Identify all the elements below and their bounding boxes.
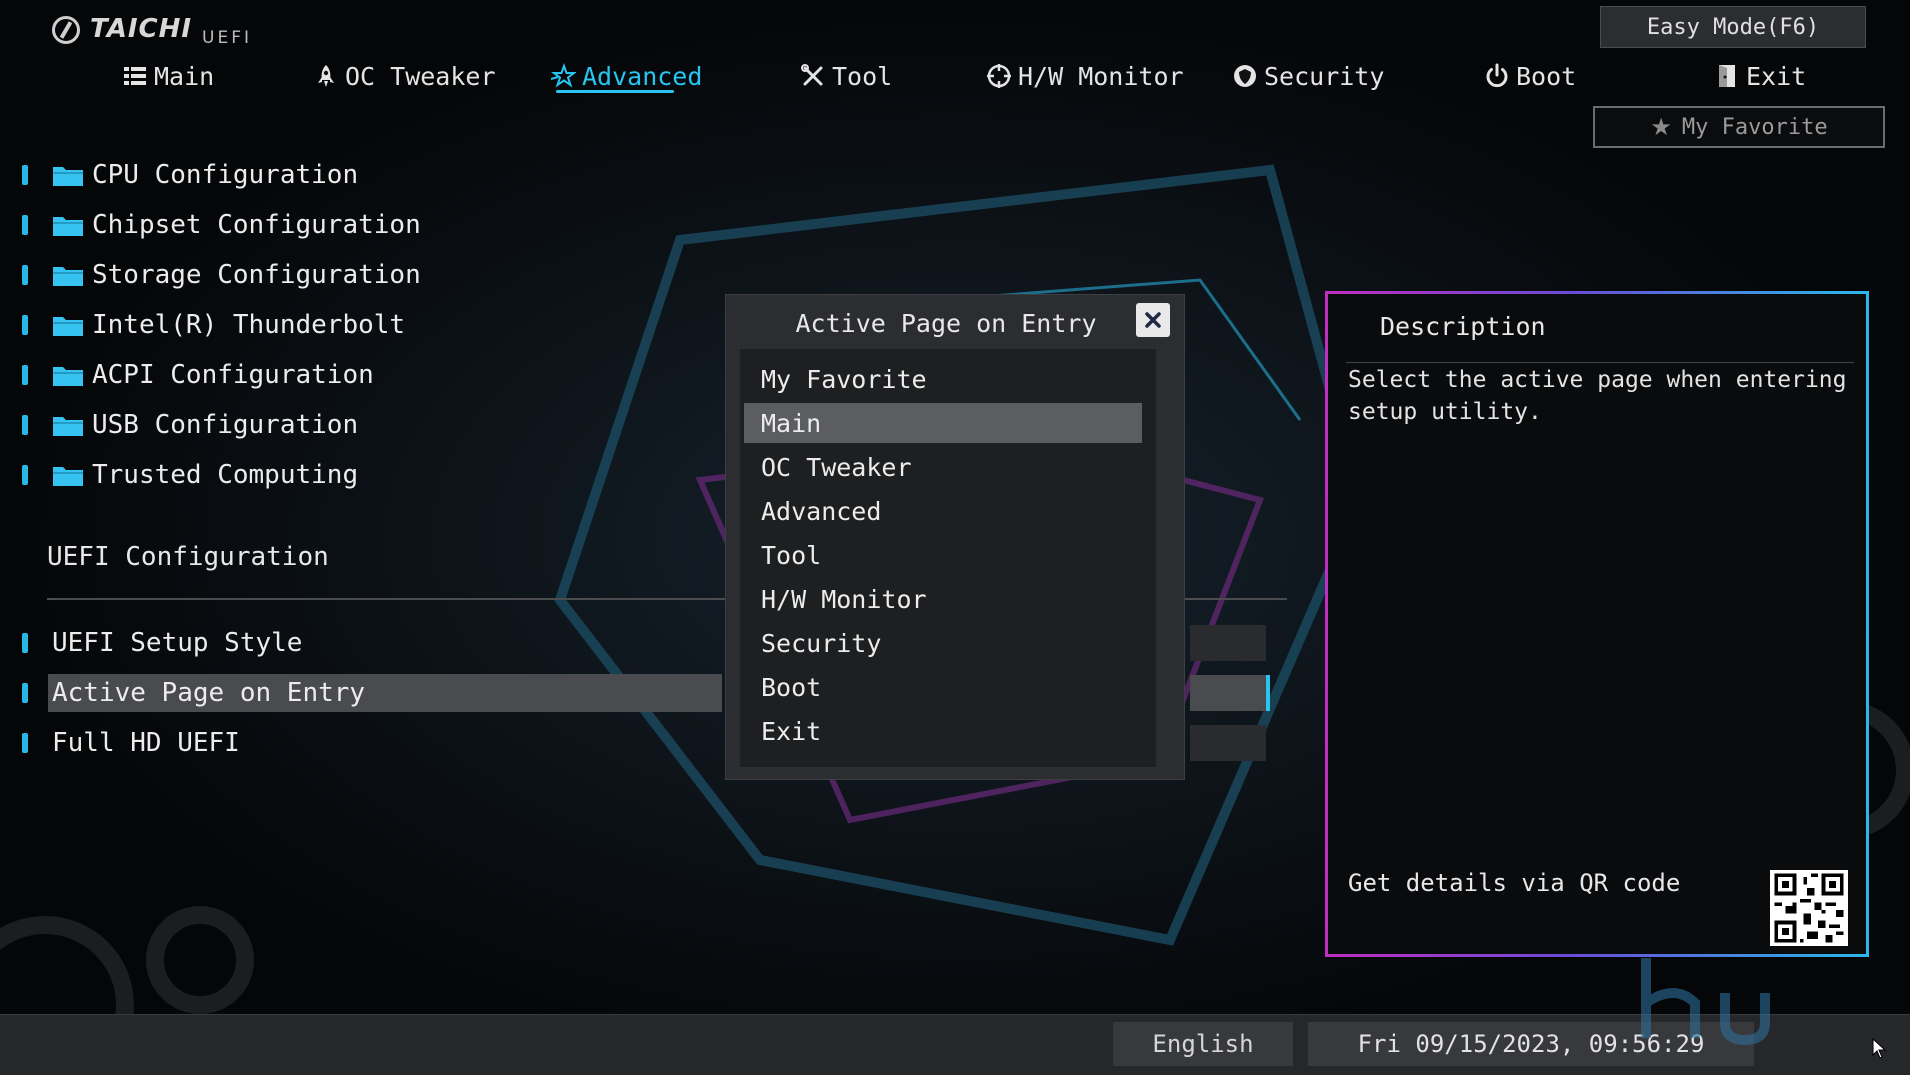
active-tab-indicator — [556, 90, 674, 93]
option-boot[interactable]: Boot — [740, 667, 1156, 707]
folder-icon — [53, 417, 83, 436]
item-marker — [22, 265, 28, 285]
tab-security[interactable]: Security — [1232, 56, 1384, 96]
menu-item-chipset-configuration[interactable]: Chipset Configuration — [22, 205, 722, 245]
dialog-options-list: My Favorite Main OC Tweaker Advanced Too… — [740, 349, 1156, 767]
menu-item-label: Intel(R) Thunderbolt — [92, 310, 406, 340]
tab-oc-tweaker[interactable]: OC Tweaker — [313, 56, 496, 96]
tab-boot-label: Boot — [1516, 61, 1577, 91]
item-marker — [22, 683, 28, 703]
taichi-logo: TAICHI UEFI — [52, 14, 252, 48]
power-icon — [1486, 63, 1508, 88]
tab-hw-monitor[interactable]: H/W Monitor — [986, 56, 1184, 96]
folder-icon — [53, 267, 83, 286]
menu-item-storage-configuration[interactable]: Storage Configuration — [22, 255, 722, 295]
easy-mode-button[interactable]: Easy Mode(F6) — [1600, 6, 1866, 48]
menu-item-label: Trusted Computing — [92, 460, 359, 490]
setting-value-box[interactable] — [1190, 725, 1266, 761]
my-favorite-button[interactable]: ★ My Favorite — [1593, 106, 1885, 148]
tab-main-label: Main — [154, 61, 215, 91]
qr-label: Get details via QR code — [1348, 869, 1681, 897]
mouse-cursor-icon — [1872, 1038, 1887, 1059]
item-marker — [22, 415, 28, 435]
tab-exit-label: Exit — [1746, 61, 1807, 91]
my-favorite-label: My Favorite — [1681, 114, 1828, 140]
setting-label: Full HD UEFI — [52, 728, 240, 758]
list-icon — [124, 67, 146, 85]
brand-name: TAICHI — [90, 14, 193, 44]
setting-active-page-on-entry[interactable]: Active Page on Entry — [22, 674, 722, 712]
tab-boot[interactable]: Boot — [1484, 56, 1576, 96]
menu-item-label: USB Configuration — [92, 410, 359, 440]
setting-full-hd-uefi[interactable]: Full HD UEFI — [22, 724, 722, 762]
tab-security-label: Security — [1264, 61, 1385, 91]
tab-advanced-label: Advanced — [582, 61, 703, 91]
menu-item-acpi-configuration[interactable]: ACPI Configuration — [22, 355, 722, 395]
option-security[interactable]: Security — [740, 623, 1156, 663]
option-exit[interactable]: Exit — [740, 711, 1156, 751]
menu-item-label: CPU Configuration — [92, 160, 359, 190]
rocket-icon — [318, 65, 334, 87]
language-button[interactable]: English — [1113, 1022, 1293, 1066]
tab-main[interactable]: Main — [122, 56, 214, 96]
folder-icon — [53, 167, 83, 186]
tab-tool[interactable]: Tool — [800, 56, 892, 96]
close-icon — [1145, 312, 1161, 328]
active-page-dialog: Active Page on Entry My Favorite Main OC… — [725, 294, 1185, 780]
crosshair-icon — [987, 64, 1011, 88]
folder-icon — [53, 217, 83, 236]
item-marker — [22, 633, 28, 653]
folder-icon — [53, 317, 83, 336]
menu-item-usb-configuration[interactable]: USB Configuration — [22, 405, 722, 445]
menu-item-cpu-configuration[interactable]: CPU Configuration — [22, 155, 722, 195]
star-icon — [550, 63, 576, 88]
watermark-logo-icon — [1641, 958, 1770, 1046]
close-button[interactable] — [1136, 303, 1170, 337]
description-title: Description — [1380, 312, 1546, 341]
menu-item-label: Storage Configuration — [92, 260, 421, 290]
description-panel: Description Select the active page when … — [1325, 291, 1869, 957]
star-icon: ★ — [1650, 113, 1672, 141]
setting-label: UEFI Setup Style — [52, 628, 303, 658]
menu-item-trusted-computing[interactable]: Trusted Computing — [22, 455, 722, 495]
option-my-favorite[interactable]: My Favorite — [740, 359, 1156, 399]
option-tool[interactable]: Tool — [740, 535, 1156, 575]
option-advanced[interactable]: Advanced — [740, 491, 1156, 531]
top-nav: Main OC Tweaker Advanced Tool H/W Monito… — [0, 56, 1910, 106]
tab-hw-monitor-label: H/W Monitor — [1018, 61, 1184, 91]
description-divider — [1346, 362, 1854, 363]
item-marker — [22, 165, 28, 185]
dialog-title: Active Page on Entry — [795, 309, 1097, 338]
tab-tool-label: Tool — [832, 61, 893, 91]
option-hw-monitor[interactable]: H/W Monitor — [740, 579, 1156, 619]
qr-code-icon — [1770, 870, 1848, 946]
menu-item-label: Chipset Configuration — [92, 210, 421, 240]
setting-uefi-setup-style[interactable]: UEFI Setup Style — [22, 624, 722, 662]
option-main[interactable]: Main — [744, 403, 1142, 443]
tab-exit[interactable]: Exit — [1714, 56, 1806, 96]
item-marker — [22, 365, 28, 385]
setting-value-box-selected[interactable] — [1190, 675, 1270, 711]
shield-icon — [1234, 65, 1256, 87]
folder-icon — [53, 467, 83, 486]
setting-value-box[interactable] — [1190, 625, 1266, 661]
item-marker — [22, 733, 28, 753]
setting-label: Active Page on Entry — [47, 674, 722, 712]
taichi-logo-mark-icon — [52, 16, 80, 44]
tools-icon — [801, 64, 823, 86]
menu-item-label: ACPI Configuration — [92, 360, 374, 390]
menu-item-intel-thunderbolt[interactable]: Intel(R) Thunderbolt — [22, 305, 722, 345]
section-title: UEFI Configuration — [47, 542, 329, 572]
tab-oc-tweaker-label: OC Tweaker — [345, 61, 496, 91]
brand-sub: UEFI — [202, 28, 253, 48]
option-oc-tweaker[interactable]: OC Tweaker — [740, 447, 1156, 487]
exit-door-icon — [1719, 65, 1735, 87]
item-marker — [22, 315, 28, 335]
folder-icon — [53, 367, 83, 386]
item-marker — [22, 465, 28, 485]
description-text: Select the active page when entering set… — [1348, 367, 1847, 425]
item-marker — [22, 215, 28, 235]
